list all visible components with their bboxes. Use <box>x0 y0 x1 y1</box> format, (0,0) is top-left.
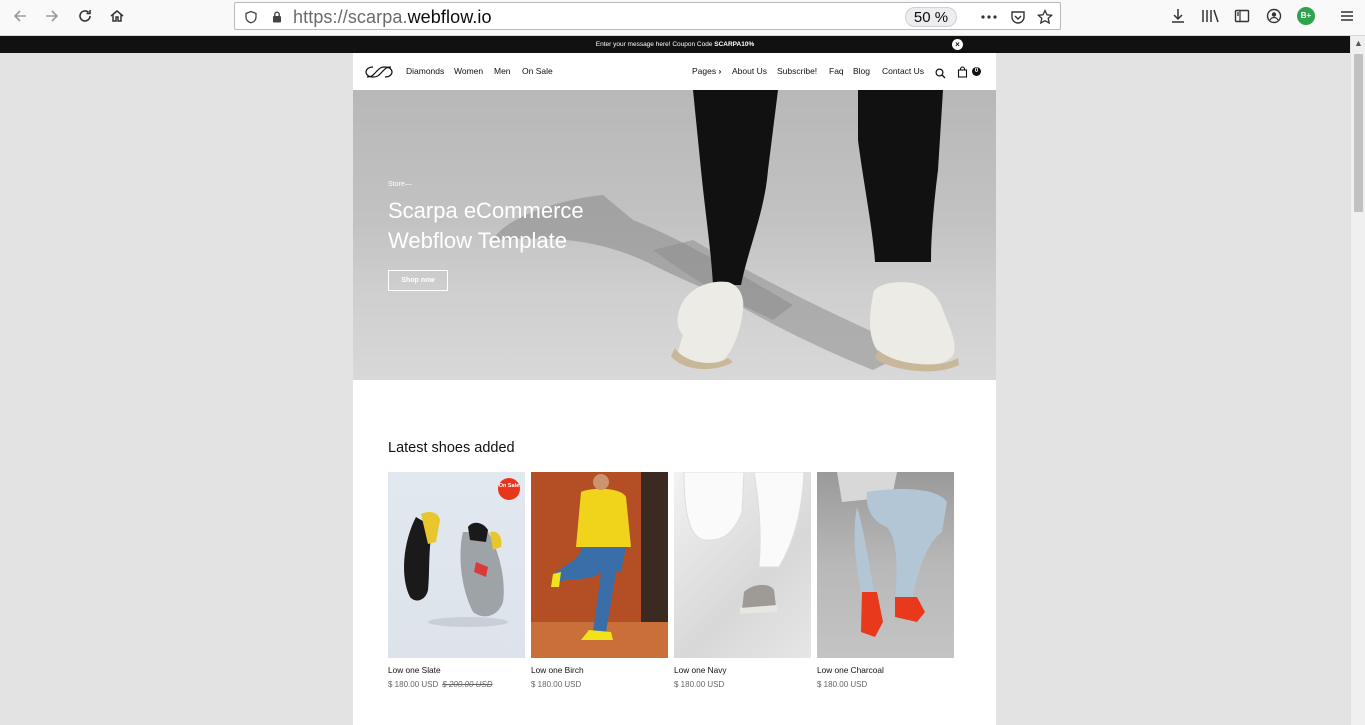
shop-now-button[interactable]: Shop now <box>388 270 448 291</box>
nav-on-sale[interactable]: On Sale <box>522 66 553 76</box>
browser-toolbar: https://scarpa.webflow.io 50 % B+ <box>0 0 1365 36</box>
back-icon[interactable] <box>6 4 34 28</box>
product-price: $ 180.00 USD <box>531 680 585 689</box>
close-icon[interactable]: × <box>952 39 963 50</box>
product-image[interactable] <box>531 472 668 658</box>
nav-men[interactable]: Men <box>494 66 511 76</box>
coupon-code: SCARPA10% <box>714 41 755 48</box>
sidebar-icon[interactable] <box>1228 4 1256 28</box>
cart-count-badge: 0 <box>972 67 981 76</box>
nav-pages-label: Pages <box>692 66 717 76</box>
product-card[interactable]: Low one Charcoal $ 180.00 USD <box>817 472 954 689</box>
site-nav: Diamonds Women Men On Sale Pages › About… <box>353 53 996 90</box>
shield-icon[interactable] <box>239 5 263 29</box>
page-scrollbar[interactable]: ▲ <box>1350 36 1365 725</box>
forward-icon[interactable] <box>38 4 66 28</box>
product-price: $ 180.00 USD <box>817 680 871 689</box>
scroll-thumb[interactable] <box>1354 54 1363 212</box>
download-icon[interactable] <box>1164 4 1192 28</box>
announcement-text: Enter your message here! Coupon Code <box>595 41 715 48</box>
url-text: https://scarpa.webflow.io <box>293 7 492 28</box>
product-card[interactable]: Low one Birch $ 180.00 USD <box>531 472 668 689</box>
chevron-right-icon: › <box>718 66 722 76</box>
product-image[interactable]: On Sale <box>388 472 525 658</box>
star-icon[interactable] <box>1033 5 1057 29</box>
reload-icon[interactable] <box>71 4 99 28</box>
more-icon[interactable] <box>977 5 1001 29</box>
product-image[interactable] <box>817 472 954 658</box>
product-card[interactable]: Low one Navy $ 180.00 USD <box>674 472 811 689</box>
nav-subscribe[interactable]: Subscribe! <box>777 66 817 76</box>
nav-women[interactable]: Women <box>454 66 483 76</box>
hero-banner: Store— Scarpa eCommerce Webflow Template… <box>353 90 996 380</box>
current-price: $ 180.00 USD <box>674 680 725 689</box>
nav-blog[interactable]: Blog <box>853 66 870 76</box>
product-price: $ 180.00 USD $ 200.00 USD <box>388 680 493 689</box>
product-price: $ 180.00 USD <box>674 680 728 689</box>
product-card[interactable]: On Sale Low one Slate $ 180.00 USD $ 200.… <box>388 472 525 689</box>
product-name[interactable]: Low one Charcoal <box>817 665 884 675</box>
section-title: Latest shoes added <box>388 440 515 456</box>
sale-badge: On Sale <box>498 478 520 500</box>
scroll-up-icon[interactable]: ▲ <box>1351 38 1365 52</box>
menu-icon[interactable] <box>1333 4 1361 28</box>
product-image[interactable] <box>674 472 811 658</box>
product-name[interactable]: Low one Slate <box>388 665 441 675</box>
nav-contact-us[interactable]: Contact Us <box>882 66 924 76</box>
logo-icon[interactable] <box>365 65 393 83</box>
product-name[interactable]: Low one Navy <box>674 665 727 675</box>
url-prefix: https://scarpa. <box>293 7 408 27</box>
nav-about-us[interactable]: About Us <box>732 66 767 76</box>
nav-faq[interactable]: Faq <box>829 66 844 76</box>
hero-eyebrow: Store— <box>388 181 412 188</box>
extension-label: B+ <box>1297 7 1315 25</box>
product-name[interactable]: Low one Birch <box>531 665 584 675</box>
nav-pages[interactable]: Pages › <box>692 66 721 76</box>
search-icon[interactable] <box>935 66 946 84</box>
extension-icon[interactable]: B+ <box>1292 4 1320 28</box>
hero-title: Scarpa eCommerce Webflow Template <box>388 198 584 253</box>
zoom-indicator[interactable]: 50 % <box>905 7 957 27</box>
announcement-bar: Enter your message here! Coupon Code SCA… <box>0 36 1350 53</box>
url-bar[interactable]: https://scarpa.webflow.io 50 % <box>234 2 1061 30</box>
old-price: $ 200.00 USD <box>442 680 493 689</box>
current-price: $ 180.00 USD <box>531 680 582 689</box>
cart-icon[interactable] <box>957 65 968 83</box>
site-page: Diamonds Women Men On Sale Pages › About… <box>353 53 996 725</box>
current-price: $ 180.00 USD <box>388 680 439 689</box>
url-host: webflow.io <box>407 7 492 27</box>
home-icon[interactable] <box>103 4 131 28</box>
library-icon[interactable] <box>1196 4 1224 28</box>
current-price: $ 180.00 USD <box>817 680 868 689</box>
pocket-icon[interactable] <box>1006 5 1030 29</box>
account-icon[interactable] <box>1260 4 1288 28</box>
lock-icon[interactable] <box>265 5 289 29</box>
nav-diamonds[interactable]: Diamonds <box>406 66 444 76</box>
